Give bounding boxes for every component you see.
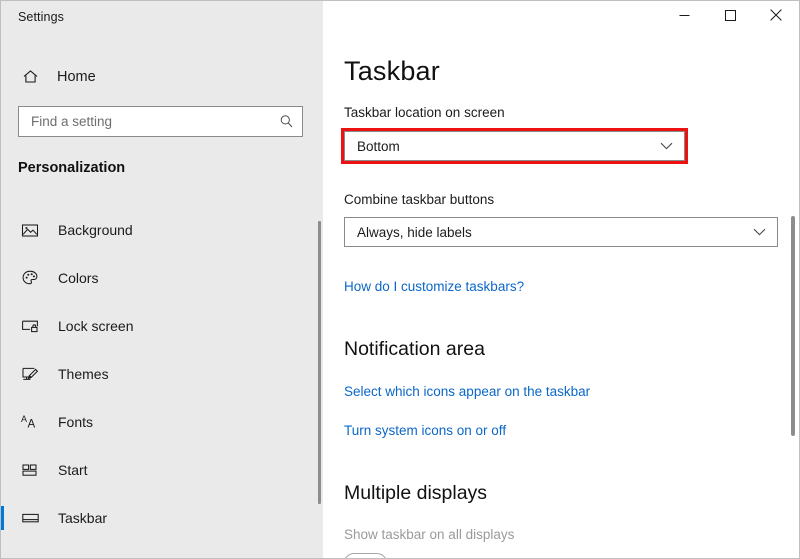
sidebar-item-home-label: Home [57,68,96,85]
sidebar-item-lock-screen[interactable]: Lock screen [1,302,323,350]
settings-window: Settings Home Find a setting Personaliza… [0,0,800,559]
show-taskbar-all-displays-label: Show taskbar on all displays [344,527,515,542]
home-icon [11,68,49,85]
notification-area-heading: Notification area [344,338,485,360]
sidebar-item-home[interactable]: Home [11,60,301,93]
maximize-icon [724,8,736,26]
combine-taskbar-buttons-label: Combine taskbar buttons [344,192,495,207]
taskbar-location-dropdown[interactable]: Bottom [344,131,685,161]
search-input[interactable] [31,107,279,136]
sidebar-item-fonts[interactable]: A A Fonts [1,398,323,446]
svg-text:A: A [21,414,27,424]
lock-screen-icon [11,317,49,335]
sidebar-item-label: Fonts [58,414,94,430]
combine-taskbar-buttons-value: Always, hide labels [357,224,472,240]
search-box[interactable] [18,106,303,137]
sidebar-item-start[interactable]: Start [1,446,323,494]
sidebar-item-label: Background [58,222,133,238]
palette-icon [11,269,49,287]
main-content: Taskbar Taskbar location on screen Botto… [323,1,799,558]
taskbar-icon [11,509,49,527]
selection-indicator [1,506,4,530]
fonts-icon: A A [11,413,49,431]
sidebar-section-title: Personalization [18,160,126,176]
select-icons-link[interactable]: Select which icons appear on the taskbar [344,384,590,399]
sidebar-item-colors[interactable]: Colors [1,254,323,302]
sidebar-item-background[interactable]: Background [1,206,323,254]
minimize-button[interactable] [661,1,707,33]
window-controls [661,1,799,33]
chevron-down-icon [660,142,673,150]
sidebar-item-label: Colors [58,270,99,286]
system-icons-link[interactable]: Turn system icons on or off [344,423,506,438]
page-title: Taskbar [344,56,440,86]
sidebar-item-themes[interactable]: Themes [1,350,323,398]
customize-taskbars-link[interactable]: How do I customize taskbars? [344,279,524,294]
chevron-down-icon [753,228,766,236]
sidebar-item-label: Themes [58,366,109,382]
image-icon [11,221,49,239]
combine-taskbar-buttons-dropdown[interactable]: Always, hide labels [344,217,778,247]
sidebar-nav-list: Background Colors Lock screen Themes A A… [1,206,323,542]
sidebar-item-taskbar[interactable]: Taskbar [1,494,323,542]
multiple-displays-heading: Multiple displays [344,482,488,504]
app-title: Settings [18,10,64,24]
sidebar-item-label: Start [58,462,88,478]
svg-text:A: A [28,419,36,431]
minimize-icon [679,8,690,26]
maximize-button[interactable] [707,1,753,33]
close-icon [770,8,782,26]
main-scrollbar-thumb[interactable] [791,216,795,436]
sidebar-item-label: Taskbar [58,510,108,526]
search-icon [279,114,294,129]
show-taskbar-all-displays-toggle[interactable] [344,553,387,558]
close-button[interactable] [753,1,799,33]
sidebar-item-label: Lock screen [58,318,134,334]
taskbar-location-label: Taskbar location on screen [344,105,505,120]
taskbar-location-value: Bottom [357,138,400,154]
sidebar: Settings Home Find a setting Personaliza… [1,1,323,558]
brush-icon [11,365,49,383]
start-tiles-icon [11,461,49,479]
sidebar-scrollbar-thumb[interactable] [318,221,321,504]
